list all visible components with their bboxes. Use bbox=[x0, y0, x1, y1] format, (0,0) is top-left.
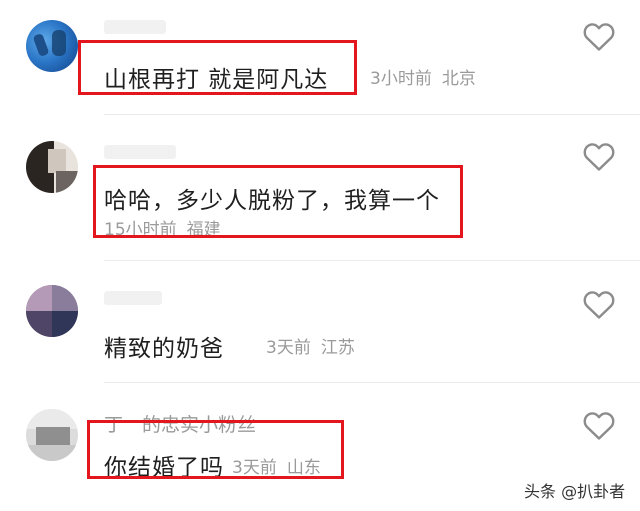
comment-time: 3天前 bbox=[266, 338, 311, 358]
highlight-box bbox=[87, 420, 344, 479]
nickname-redacted bbox=[104, 145, 176, 159]
avatar[interactable] bbox=[26, 141, 78, 193]
avatar[interactable] bbox=[26, 20, 78, 72]
heart-outline-icon bbox=[583, 291, 615, 319]
comment-location: 北京 bbox=[441, 69, 476, 89]
like-button[interactable] bbox=[582, 140, 616, 172]
watermark: 头条 @扒卦者 bbox=[524, 482, 626, 501]
like-button[interactable] bbox=[582, 409, 616, 441]
heart-outline-icon bbox=[583, 23, 615, 51]
nickname-redacted bbox=[104, 20, 166, 34]
like-button[interactable] bbox=[582, 288, 616, 320]
nickname-redacted bbox=[104, 291, 162, 305]
comment-time: 3小时前 bbox=[370, 69, 432, 89]
heart-outline-icon bbox=[583, 412, 615, 440]
comment-item: 哈哈，多少人脱粉了，我算一个 15小时前 福建 bbox=[0, 115, 640, 260]
highlight-box bbox=[93, 165, 463, 238]
highlight-box bbox=[78, 40, 357, 95]
comment-item: 精致的奶爸 3天前 江苏 bbox=[0, 261, 640, 381]
comment-meta: 3天前 江苏 bbox=[266, 333, 355, 358]
comment-item: 山根再打 就是阿凡达 3小时前 北京 bbox=[0, 0, 640, 110]
heart-outline-icon bbox=[583, 143, 615, 171]
like-button[interactable] bbox=[582, 20, 616, 52]
avatar[interactable] bbox=[26, 285, 78, 337]
comment-location: 江苏 bbox=[320, 338, 355, 358]
comment-meta: 3小时前 北京 bbox=[370, 64, 476, 89]
avatar[interactable] bbox=[26, 409, 78, 461]
comment-text: 精致的奶爸 bbox=[104, 336, 224, 362]
